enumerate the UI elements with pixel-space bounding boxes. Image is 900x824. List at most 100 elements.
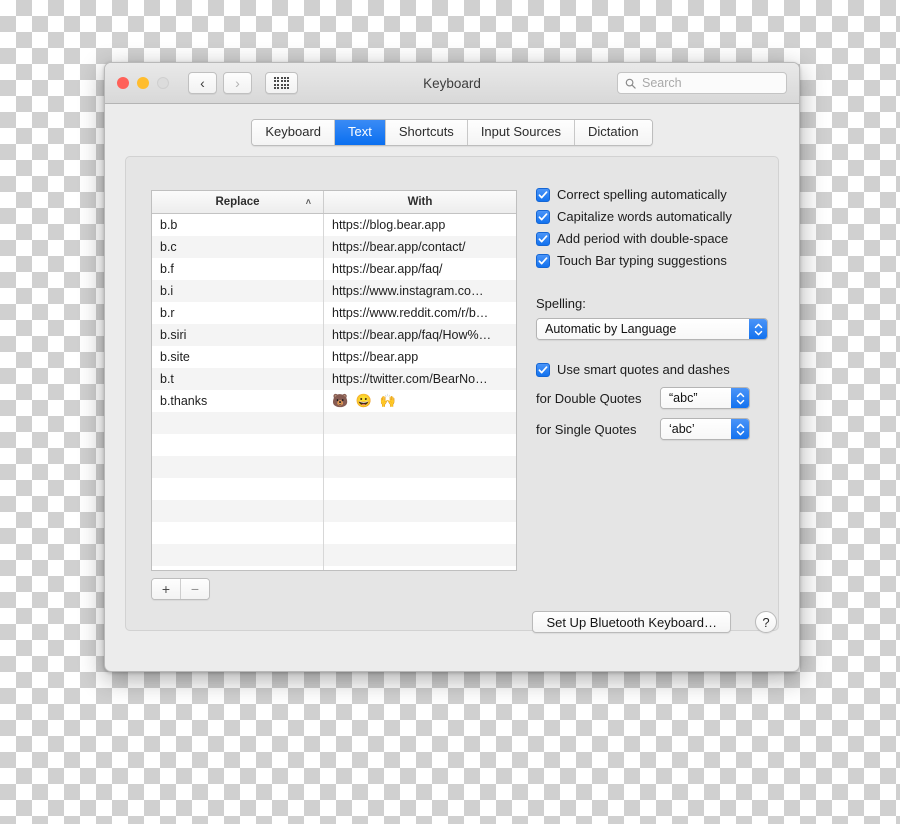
double-quotes-row: for Double Quotes “abc” xyxy=(536,387,768,409)
chevron-down-icon xyxy=(754,330,763,336)
checkbox-add-period[interactable]: Add period with double-space xyxy=(536,231,768,247)
chevron-up-icon xyxy=(754,323,763,329)
double-quotes-dropdown[interactable]: “abc” xyxy=(660,387,750,409)
checkbox-label: Use smart quotes and dashes xyxy=(557,362,730,377)
back-button[interactable]: ‹ xyxy=(188,72,217,94)
cell-replace: b.b xyxy=(152,214,324,236)
tab-input-sources[interactable]: Input Sources xyxy=(467,119,576,145)
table-empty-row[interactable] xyxy=(152,566,516,570)
cell-replace xyxy=(152,566,324,570)
window-titlebar: ‹ › Keyboard Search xyxy=(105,63,799,104)
chevron-right-icon: › xyxy=(235,75,240,91)
table-row[interactable]: b.i https://www.instagram.co… xyxy=(152,280,516,302)
spelling-dropdown[interactable]: Automatic by Language xyxy=(536,318,768,340)
cell-with: https://www.instagram.co… xyxy=(332,284,484,298)
checkbox-smart-quotes[interactable]: Use smart quotes and dashes xyxy=(536,362,768,378)
cell-with: https://bear.app xyxy=(332,350,419,364)
cell-replace xyxy=(152,544,324,566)
table-row[interactable]: b.c https://bear.app/contact/ xyxy=(152,236,516,258)
stepper-icon[interactable] xyxy=(731,388,749,408)
close-window-button[interactable] xyxy=(117,77,129,89)
table-row[interactable]: b.siri https://bear.app/faq/How%… xyxy=(152,324,516,346)
cell-replace xyxy=(152,456,324,478)
checkbox-correct-spelling[interactable]: Correct spelling automatically xyxy=(536,187,768,203)
cell-replace: b.t xyxy=(152,368,324,390)
table-row[interactable]: b.f https://bear.app/faq/ xyxy=(152,258,516,280)
cell-replace: b.r xyxy=(152,302,324,324)
traffic-light-buttons xyxy=(117,77,169,89)
cell-replace: b.f xyxy=(152,258,324,280)
cell-with xyxy=(324,456,516,478)
column-header-replace[interactable]: Replace ˄ xyxy=(152,191,324,213)
table-empty-row[interactable] xyxy=(152,434,516,456)
setup-bluetooth-keyboard-button[interactable]: Set Up Bluetooth Keyboard… xyxy=(532,611,731,633)
cell-with: 🐻 😀 🙌 xyxy=(332,393,398,408)
tab-dictation[interactable]: Dictation xyxy=(575,119,652,145)
cell-replace xyxy=(152,478,324,500)
single-quotes-row: for Single Quotes ‘abc’ xyxy=(536,418,768,440)
table-header-row: Replace ˄ With xyxy=(152,191,516,214)
cell-replace: b.siri xyxy=(152,324,324,346)
single-quotes-label: for Single Quotes xyxy=(536,421,637,437)
cell-replace: b.c xyxy=(152,236,324,258)
checkbox-label: Touch Bar typing suggestions xyxy=(557,253,727,268)
column-header-with-label: With xyxy=(407,196,433,208)
tab-keyboard[interactable]: Keyboard xyxy=(252,119,336,145)
cell-with: https://bear.app/contact/ xyxy=(332,240,466,254)
checkbox-checked-icon xyxy=(536,232,550,246)
table-body: b.b https://blog.bear.app b.c https://be… xyxy=(152,214,516,570)
table-row[interactable]: b.thanks 🐻 😀 🙌 xyxy=(152,390,516,412)
tab-bar: Keyboard Text Shortcuts Input Sources Di… xyxy=(251,118,653,146)
cell-with xyxy=(324,522,516,544)
cell-with: https://bear.app/faq/ xyxy=(332,262,443,276)
cell-with xyxy=(324,434,516,456)
tab-text[interactable]: Text xyxy=(335,119,386,145)
checkbox-touch-bar-suggestions[interactable]: Touch Bar typing suggestions xyxy=(536,253,768,269)
show-all-preferences-button[interactable] xyxy=(265,72,298,94)
tab-bar-area: Keyboard Text Shortcuts Input Sources Di… xyxy=(105,104,799,152)
single-quotes-dropdown[interactable]: ‘abc’ xyxy=(660,418,750,440)
stepper-icon[interactable] xyxy=(749,319,767,339)
cell-with xyxy=(324,500,516,522)
table-empty-row[interactable] xyxy=(152,412,516,434)
chevron-up-icon xyxy=(736,423,745,429)
checkbox-label: Add period with double-space xyxy=(557,231,729,246)
checkbox-label: Capitalize words automatically xyxy=(557,209,732,224)
cell-with: https://bear.app/faq/How%… xyxy=(332,328,492,342)
column-header-replace-label: Replace xyxy=(215,196,260,208)
forward-button[interactable]: › xyxy=(223,72,252,94)
keyboard-preferences-window: ‹ › Keyboard Search Keyboard Text Shortc… xyxy=(104,62,800,672)
search-icon xyxy=(625,78,636,89)
checkbox-checked-icon xyxy=(536,210,550,224)
spelling-dropdown-value: Automatic by Language xyxy=(537,319,749,339)
cell-with xyxy=(324,412,516,434)
search-input[interactable]: Search xyxy=(617,72,787,94)
options-column: Correct spelling automatically Capitaliz… xyxy=(536,187,768,440)
table-empty-row[interactable] xyxy=(152,522,516,544)
checkbox-checked-icon xyxy=(536,254,550,268)
tab-shortcuts[interactable]: Shortcuts xyxy=(385,119,468,145)
cell-replace: b.site xyxy=(152,346,324,368)
chevron-down-icon xyxy=(736,399,745,405)
text-settings-panel: Replace ˄ With b.b https://blog.bear.app… xyxy=(125,156,779,631)
table-empty-row[interactable] xyxy=(152,478,516,500)
help-button[interactable]: ? xyxy=(755,611,777,633)
zoom-window-button[interactable] xyxy=(157,77,169,89)
column-header-with[interactable]: With xyxy=(324,191,516,213)
table-empty-row[interactable] xyxy=(152,544,516,566)
table-empty-row[interactable] xyxy=(152,500,516,522)
stepper-icon[interactable] xyxy=(731,419,749,439)
spelling-label: Spelling: xyxy=(536,296,586,311)
checkbox-capitalize-words[interactable]: Capitalize words automatically xyxy=(536,209,768,225)
minimize-window-button[interactable] xyxy=(137,77,149,89)
text-replacement-table[interactable]: Replace ˄ With b.b https://blog.bear.app… xyxy=(151,190,517,571)
chevron-down-icon xyxy=(736,430,745,436)
sort-ascending-icon: ˄ xyxy=(305,196,311,207)
chevron-up-icon xyxy=(736,392,745,398)
table-row[interactable]: b.t https://twitter.com/BearNo… xyxy=(152,368,516,390)
table-empty-row[interactable] xyxy=(152,456,516,478)
table-row[interactable]: b.b https://blog.bear.app xyxy=(152,214,516,236)
cell-with xyxy=(324,544,516,566)
table-row[interactable]: b.r https://www.reddit.com/r/b… xyxy=(152,302,516,324)
table-row[interactable]: b.site https://bear.app xyxy=(152,346,516,368)
